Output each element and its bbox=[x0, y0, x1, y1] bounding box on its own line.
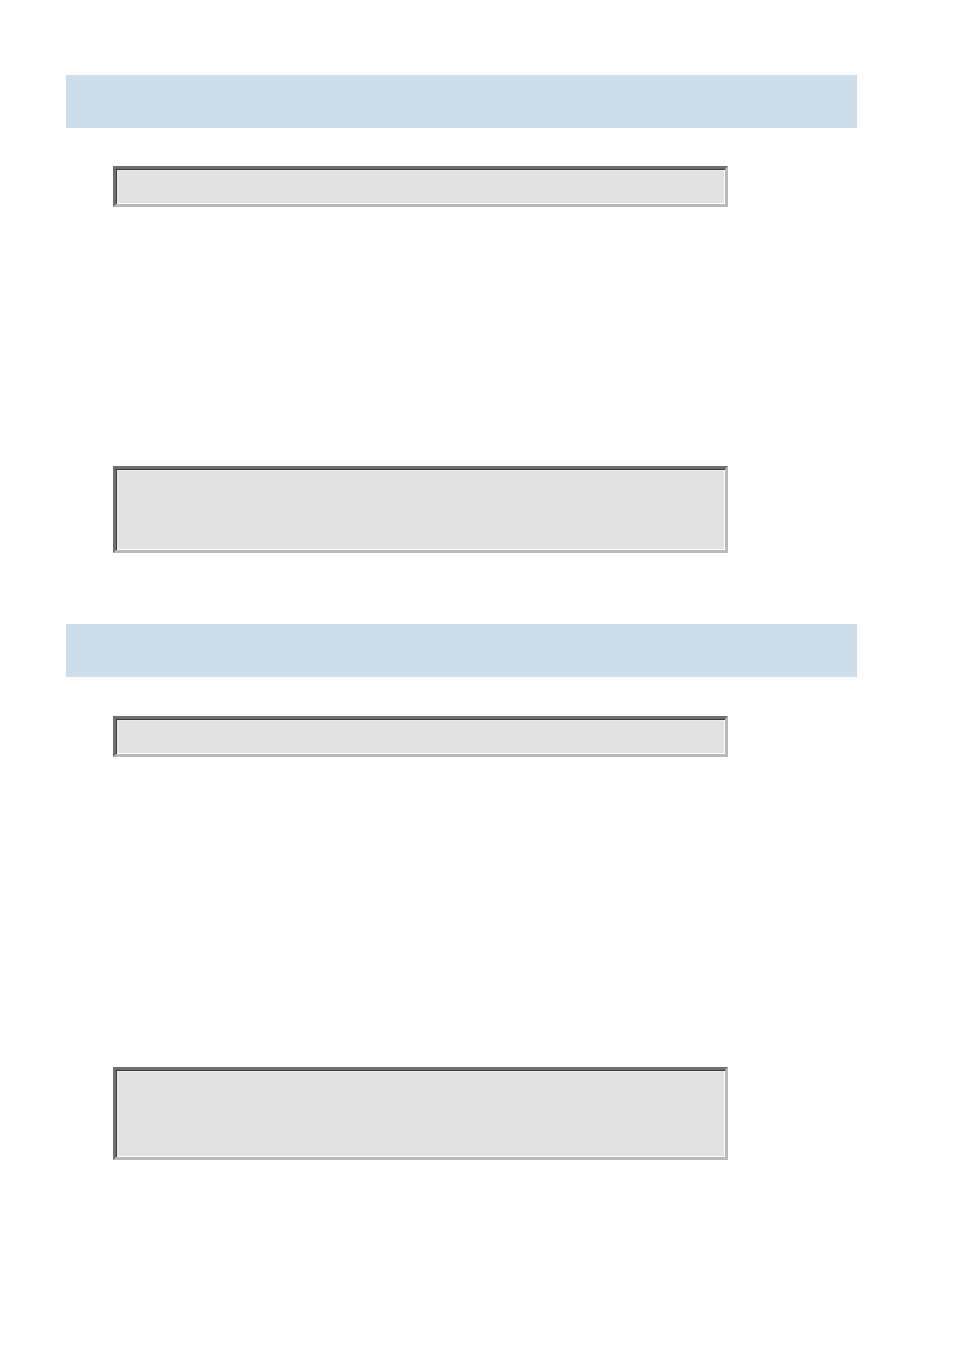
page bbox=[0, 0, 954, 1350]
textarea-box-2[interactable] bbox=[113, 1067, 728, 1160]
text-input-box-1[interactable] bbox=[113, 166, 728, 207]
textarea-box-1[interactable] bbox=[113, 466, 728, 553]
section-header-bar-2 bbox=[66, 624, 857, 677]
section-header-bar-1 bbox=[66, 75, 857, 128]
text-input-box-2[interactable] bbox=[113, 716, 728, 757]
